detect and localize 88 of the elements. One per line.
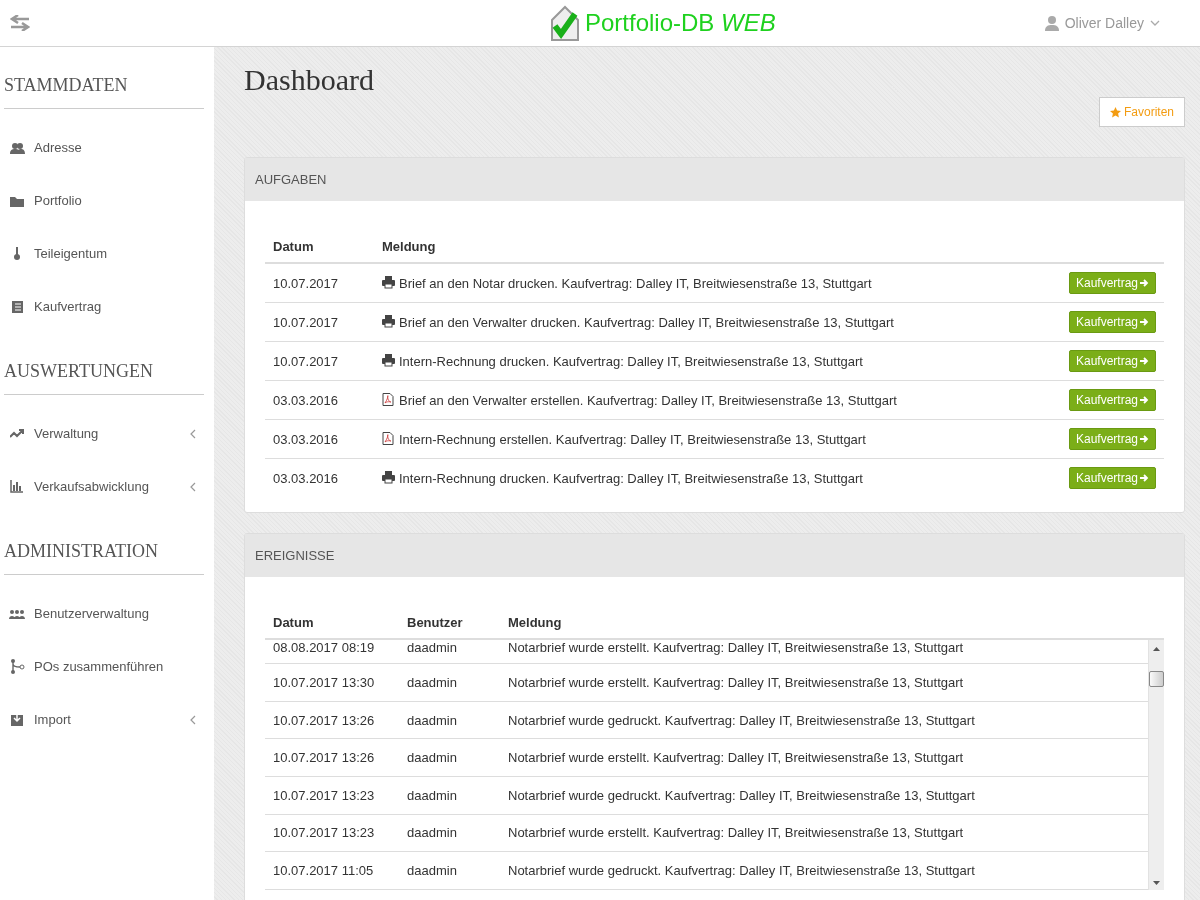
panel-heading: AUFGABEN — [245, 158, 1184, 201]
pdf-file-icon — [382, 392, 395, 406]
scroll-down-icon — [1153, 881, 1160, 886]
arrow-right-icon — [1140, 474, 1149, 482]
star-icon — [1109, 106, 1121, 118]
table-cell: 08.08.2017 08:19 — [265, 640, 399, 664]
table-cell: 10.07.2017 13:30 — [265, 663, 399, 702]
arrow-right-icon — [1140, 396, 1149, 404]
table-cell: 10.07.2017 11:05 — [265, 851, 399, 890]
group-icon — [9, 608, 25, 619]
section-heading: STAMMDATEN — [4, 47, 204, 109]
chevron-left-icon — [190, 714, 196, 725]
task-message: Intern-Rechnung drucken. Kaufvertrag: Dalley IT, Breitwiesenstraße 13, Stuttgart — [399, 353, 863, 369]
trend-line-icon — [10, 428, 24, 439]
sidebar-item[interactable]: Verwaltung — [4, 407, 204, 460]
table-cell: daadmin — [399, 738, 500, 777]
printer-icon — [382, 470, 395, 484]
chevron-left-icon — [190, 428, 196, 439]
sidebar-item[interactable]: Verkaufsabwicklung — [4, 460, 204, 513]
printer-icon — [382, 314, 395, 328]
book-icon — [10, 300, 24, 313]
swap-arrows-icon[interactable] — [10, 15, 30, 31]
chevron-down-icon — [1150, 20, 1160, 26]
table-cell: daadmin — [399, 663, 500, 702]
table-cell: daadmin — [399, 640, 500, 664]
table-cell: 10.07.2017 13:23 — [265, 814, 399, 852]
pdf-file-icon — [382, 431, 395, 445]
house-check-logo-icon — [548, 4, 581, 42]
table-cell: Notarbrief wurde gedruckt. Kaufvertrag: Dalley IT, Breitwiesenstraße 13, Stuttgart — [500, 851, 1148, 890]
table-cell: 03.03.2016 — [265, 419, 374, 459]
column-header: Meldung — [374, 231, 1036, 263]
folder-icon — [10, 194, 24, 207]
scrollbar[interactable] — [1148, 640, 1164, 890]
arrow-right-icon — [1140, 279, 1149, 287]
section-heading: ADMINISTRATION — [4, 513, 204, 575]
column-header: Benutzer — [399, 607, 500, 639]
bar-chart-icon — [10, 480, 24, 493]
thermometer-icon — [13, 247, 21, 260]
arrow-right-icon — [1140, 435, 1149, 443]
table-cell: Notarbrief wurde erstellt. Kaufvertrag: Dalley IT, Breitwiesenstraße 13, Stuttgart — [500, 738, 1148, 777]
task-message: Brief an den Verwalter erstellen. Kaufvertrag: Dalley IT, Breitwiesenstraße 13, Stuttgart — [399, 392, 897, 408]
table-cell: 10.07.2017 13:26 — [265, 738, 399, 777]
scroll-up-icon — [1153, 646, 1160, 651]
column-header: Datum — [265, 607, 399, 639]
sidebar-item[interactable]: Portfolio — [4, 174, 204, 227]
task-message: Intern-Rechnung drucken. Kaufvertrag: Dalley IT, Breitwiesenstraße 13, Stuttgart — [399, 470, 863, 486]
app-title: Portfolio-DB WEB — [584, 9, 776, 37]
table-cell: 10.07.2017 — [265, 263, 374, 303]
task-message: Brief an den Notar drucken. Kaufvertrag: Dalley IT, Breitwiesenstraße 13, Stuttgart — [399, 275, 872, 291]
table-cell: 03.03.2016 — [265, 380, 374, 420]
sidebar-item[interactable]: POs zusammenführen — [4, 640, 204, 693]
table-cell: 10.07.2017 — [265, 302, 374, 342]
sidebar-item[interactable]: Kaufvertrag — [4, 280, 204, 333]
sidebar-item[interactable]: Import — [4, 693, 204, 746]
table-cell: Notarbrief wurde erstellt. Kaufvertrag: Dalley IT, Breitwiesenstraße 13, Stuttgart — [500, 663, 1148, 702]
branch-icon — [9, 659, 25, 674]
table-cell: daadmin — [399, 776, 500, 815]
arrow-right-icon — [1140, 318, 1149, 326]
table-cell: daadmin — [399, 851, 500, 890]
scrollbar-thumb[interactable] — [1149, 671, 1164, 687]
table-cell: Notarbrief wurde gedruckt. Kaufvertrag: Dalley IT, Breitwiesenstraße 13, Stuttgart — [500, 776, 1148, 815]
task-message: Brief an den Verwalter drucken. Kaufvertrag: Dalley IT, Breitwiesenstraße 13, Stuttgart — [399, 314, 894, 330]
table-cell: 10.07.2017 — [265, 341, 374, 381]
table-cell: Notarbrief wurde erstellt. Kaufvertrag: Dalley IT, Breitwiesenstraße 13, Stuttgart — [500, 814, 1148, 852]
download-box-icon — [11, 713, 23, 726]
table-cell: 03.03.2016 — [265, 458, 374, 497]
chevron-left-icon — [190, 481, 196, 492]
printer-icon — [382, 353, 395, 367]
sidebar-item[interactable]: Teileigentum — [4, 227, 204, 280]
column-header: Datum — [265, 231, 374, 263]
table-cell: Notarbrief wurde gedruckt. Kaufvertrag: Dalley IT, Breitwiesenstraße 13, Stuttgart — [500, 701, 1148, 739]
panel-heading: EREIGNISSE — [245, 534, 1184, 577]
table-cell: daadmin — [399, 701, 500, 739]
person-icon — [1044, 15, 1059, 31]
sidebar-item[interactable]: Adresse — [4, 121, 204, 174]
column-header: Meldung — [500, 607, 1164, 639]
table-cell: daadmin — [399, 814, 500, 852]
sidebar-item[interactable]: Benutzerverwaltung — [4, 587, 204, 640]
task-message: Intern-Rechnung erstellen. Kaufvertrag: Dalley IT, Breitwiesenstraße 13, Stuttgart — [399, 431, 866, 447]
page-title: Dashboard — [244, 62, 374, 97]
people-icon — [9, 141, 25, 154]
printer-icon — [382, 275, 395, 289]
table-cell: 10.07.2017 13:26 — [265, 701, 399, 739]
user-name: Oliver Dalley — [1064, 15, 1144, 31]
table-cell: Notarbrief wurde erstellt. Kaufvertrag: Dalley IT, Breitwiesenstraße 13, Stuttgart — [500, 640, 1148, 664]
table-cell: 10.07.2017 13:23 — [265, 776, 399, 815]
arrow-right-icon — [1140, 357, 1149, 365]
section-heading: AUSWERTUNGEN — [4, 333, 204, 395]
